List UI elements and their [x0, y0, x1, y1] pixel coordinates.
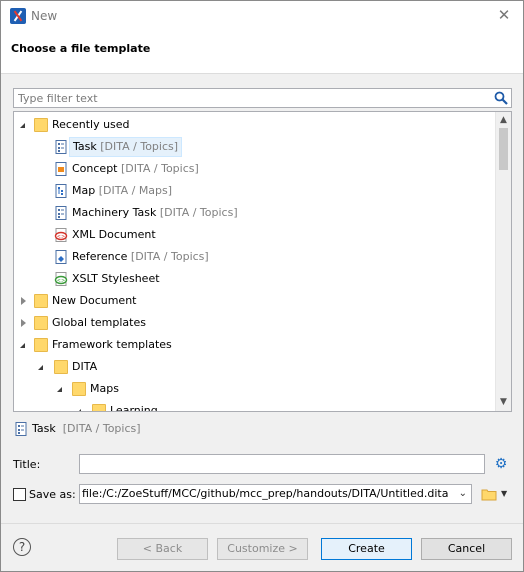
tree-node-new-document[interactable]: New Document — [14, 290, 496, 312]
tree-item-reference[interactable]: Reference [DITA / Topics] — [14, 246, 496, 268]
tree-node-framework-templates[interactable]: Framework templates — [14, 334, 496, 356]
title-bar: New ✕ — [1, 1, 523, 32]
template-name: Machinery Task — [72, 206, 157, 219]
template-category: [DITA / Topics] — [100, 140, 179, 153]
divider — [1, 523, 523, 524]
tree-node-dita[interactable]: DITA — [14, 356, 496, 378]
template-name: Concept — [72, 162, 118, 175]
dita-task-icon — [15, 422, 27, 436]
title-label: Title: — [13, 458, 41, 471]
tree-node-label: Maps — [90, 382, 119, 395]
template-category: [DITA / Topics] — [159, 206, 238, 219]
template-tree[interactable]: Recently used Task [DITA / Topics] Conce… — [13, 111, 512, 412]
expand-arrow-icon[interactable] — [57, 387, 62, 392]
folder-icon — [72, 382, 86, 396]
xslt-icon: <> — [54, 272, 68, 286]
app-logo-icon — [10, 8, 26, 24]
title-field[interactable] — [79, 454, 485, 474]
tree-item-label: Task [DITA / Topics] — [69, 137, 183, 157]
dita-reference-icon — [55, 250, 67, 264]
collapse-arrow-icon[interactable] — [21, 319, 26, 327]
svg-text:<>: <> — [57, 234, 65, 240]
dita-concept-icon — [55, 162, 67, 176]
tree-node-maps[interactable]: Maps — [14, 378, 496, 400]
template-category: [DITA / Topics] — [130, 250, 209, 263]
scroll-up-icon[interactable]: ▲ — [499, 116, 508, 125]
filter-box — [13, 88, 512, 108]
tree-item-label: Map [DITA / Maps] — [69, 181, 175, 201]
new-file-dialog: New ✕ Choose a file template Recently us… — [0, 0, 524, 572]
cancel-button[interactable]: Cancel — [421, 538, 512, 560]
tree-item-label: Reference [DITA / Topics] — [69, 247, 212, 267]
folder-icon — [92, 404, 106, 411]
tree-scrollbar[interactable]: ▲ ▼ — [495, 112, 511, 411]
header-panel: Choose a file template — [1, 32, 523, 74]
tree-item-label: XML Document — [69, 225, 159, 245]
window-title: New — [31, 9, 58, 23]
help-icon[interactable]: ? — [13, 538, 31, 556]
tree-node-label: New Document — [52, 294, 137, 307]
tree-item-concept[interactable]: Concept [DITA / Topics] — [14, 158, 496, 180]
dita-map-icon — [55, 184, 67, 198]
selected-template-name: Task — [32, 422, 56, 435]
template-name: XML Document — [72, 228, 156, 241]
tree-node-label: Learning — [110, 404, 158, 412]
create-button[interactable]: Create — [321, 538, 412, 560]
selected-template-category: [DITA / Topics] — [62, 422, 141, 435]
scrollbar-thumb[interactable] — [499, 128, 508, 170]
tree-item-machinery-task[interactable]: Machinery Task [DITA / Topics] — [14, 202, 496, 224]
dita-task-icon — [55, 140, 67, 154]
xml-document-icon: <> — [54, 228, 68, 242]
expand-arrow-icon[interactable] — [20, 343, 25, 348]
search-icon[interactable] — [494, 91, 508, 105]
tree-node-label: Recently used — [52, 118, 130, 131]
tree-node-global-templates[interactable]: Global templates — [14, 312, 496, 334]
template-category: [DITA / Maps] — [98, 184, 173, 197]
close-icon[interactable]: ✕ — [495, 6, 513, 24]
tree-item-label: Machinery Task [DITA / Topics] — [69, 203, 241, 223]
save-as-label: Save as: — [29, 488, 76, 501]
scroll-down-icon[interactable]: ▼ — [499, 398, 508, 407]
folder-icon[interactable] — [481, 487, 497, 501]
tree-item-task[interactable]: Task [DITA / Topics] — [14, 136, 496, 158]
tree-node-learning[interactable]: Learning — [14, 400, 496, 412]
tree-item-label: Concept [DITA / Topics] — [69, 159, 202, 179]
expand-arrow-icon[interactable] — [38, 365, 43, 370]
expand-arrow-icon[interactable] — [76, 409, 81, 411]
folder-icon — [34, 338, 48, 352]
template-name: Task — [73, 140, 97, 153]
save-as-path: file:/C:/ZoeStuff/MCC/github/mcc_prep/ha… — [82, 487, 449, 500]
collapse-arrow-icon[interactable] — [21, 297, 26, 305]
save-as-path-combo[interactable]: file:/C:/ZoeStuff/MCC/github/mcc_prep/ha… — [79, 484, 472, 504]
tree-item-xml-document[interactable]: <> XML Document — [14, 224, 496, 246]
dropdown-arrow-icon[interactable]: ▼ — [501, 489, 507, 498]
template-category: [DITA / Topics] — [121, 162, 199, 175]
page-title: Choose a file template — [11, 42, 151, 55]
folder-icon — [54, 360, 68, 374]
folder-icon — [34, 294, 48, 308]
folder-icon — [34, 316, 48, 330]
back-button[interactable]: < Back — [117, 538, 208, 560]
tree-item-label: XSLT Stylesheet — [69, 269, 163, 289]
folder-icon — [34, 118, 48, 132]
template-name: Map — [72, 184, 96, 197]
tree-node-label: Global templates — [52, 316, 146, 329]
tree-node-recently-used[interactable]: Recently used — [14, 114, 496, 136]
tree-item-map[interactable]: Map [DITA / Maps] — [14, 180, 496, 202]
save-as-checkbox[interactable] — [13, 488, 26, 501]
dita-task-icon — [55, 206, 67, 220]
expand-arrow-icon[interactable] — [20, 123, 25, 128]
selected-template-label: Task [DITA / Topics] — [32, 421, 141, 437]
chevron-down-icon[interactable]: ⌄ — [459, 488, 467, 499]
gear-icon[interactable]: ⚙ — [493, 456, 509, 472]
filter-input[interactable] — [14, 89, 484, 107]
tree-item-xslt-stylesheet[interactable]: <> XSLT Stylesheet — [14, 268, 496, 290]
svg-text:<>: <> — [57, 278, 65, 284]
tree-node-label: DITA — [72, 360, 98, 373]
template-name: Reference — [72, 250, 128, 263]
tree-node-label: Framework templates — [52, 338, 172, 351]
customize-button[interactable]: Customize > — [217, 538, 308, 560]
template-name: XSLT Stylesheet — [72, 272, 160, 285]
